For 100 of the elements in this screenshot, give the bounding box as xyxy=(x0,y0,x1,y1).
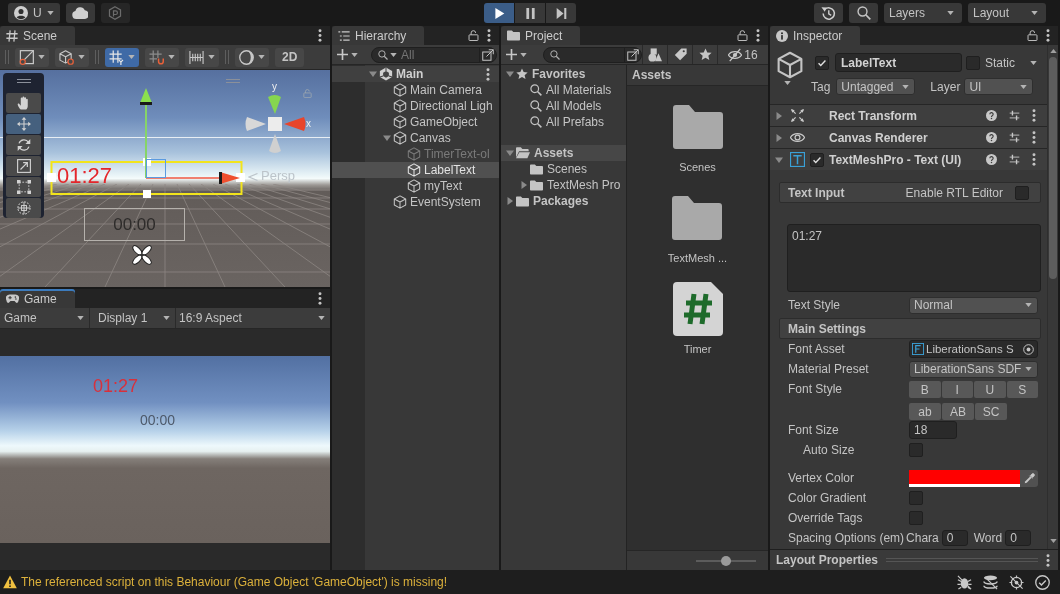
style-toggle[interactable]: AB xyxy=(942,403,974,420)
tree-item[interactable]: Directional Ligh xyxy=(332,98,499,114)
dropdown[interactable]: LiberationSans SDF xyxy=(909,360,1038,378)
preview-header[interactable]: Layout Properties xyxy=(770,549,1058,570)
component-header[interactable]: Rect Transform xyxy=(770,104,1047,126)
grip-icon[interactable] xyxy=(16,79,31,83)
style-toggle[interactable]: I xyxy=(941,381,973,398)
checkbox[interactable] xyxy=(810,152,824,167)
selection-frame[interactable] xyxy=(46,156,246,198)
view-mode-dropdown[interactable]: Game xyxy=(0,308,90,328)
checkbox[interactable] xyxy=(966,55,980,70)
breadcrumb[interactable]: Assets xyxy=(632,68,672,82)
account-button[interactable]: U xyxy=(8,3,60,23)
foldout-arrow-icon[interactable] xyxy=(505,197,514,205)
tree-item[interactable]: Main xyxy=(332,66,499,82)
number-field[interactable]: 0 xyxy=(1005,529,1032,546)
history-button[interactable] xyxy=(814,3,843,23)
aspect-dropdown[interactable]: 16:9 Aspect xyxy=(176,308,330,328)
popout-button[interactable] xyxy=(479,47,496,62)
transform-tool-button[interactable] xyxy=(6,198,41,218)
grid-snap-button[interactable] xyxy=(105,47,139,67)
project-tab[interactable]: Project xyxy=(501,26,581,45)
rotate-tool-button[interactable] xyxy=(6,135,41,155)
tree-item[interactable]: Canvas xyxy=(332,130,499,146)
scroll-up-icon[interactable] xyxy=(1049,49,1057,53)
foldout-arrow-icon[interactable] xyxy=(505,70,514,78)
display-dropdown[interactable]: Display 1 xyxy=(90,308,176,328)
foldout-arrow-icon[interactable] xyxy=(382,134,391,142)
2d-toggle[interactable]: 2D xyxy=(275,47,305,67)
style-toggle[interactable]: SC xyxy=(975,403,1007,420)
kebab-menu-icon[interactable] xyxy=(1032,153,1036,166)
foldout-arrow-icon[interactable] xyxy=(368,70,377,78)
shading-dropdown[interactable] xyxy=(55,47,89,67)
light-icon[interactable] xyxy=(131,244,153,266)
popout-button[interactable] xyxy=(624,47,641,62)
tree-item[interactable]: TextMesh Pro xyxy=(501,177,626,193)
play-button[interactable] xyxy=(484,3,514,23)
tree-item[interactable]: EventSystem xyxy=(332,194,499,210)
asset-item[interactable]: Scenes xyxy=(672,100,723,173)
object-field[interactable]: LiberationSans S xyxy=(909,340,1038,358)
kebab-menu-icon[interactable] xyxy=(1046,29,1050,42)
tree-item[interactable]: LabelText xyxy=(332,162,499,178)
foldout-arrow-icon[interactable] xyxy=(775,133,783,142)
color-swatch[interactable] xyxy=(909,469,1020,484)
tree-item[interactable]: All Prefabs xyxy=(501,114,626,130)
tree-item[interactable]: Packages xyxy=(501,193,626,209)
scroll-down-icon[interactable] xyxy=(1049,539,1057,543)
foldout-arrow-icon[interactable] xyxy=(519,181,528,189)
search-button[interactable] xyxy=(849,3,878,23)
tree-item[interactable]: All Models xyxy=(501,98,626,114)
checkbox[interactable] xyxy=(909,491,923,505)
inspector-tab[interactable]: Inspector xyxy=(770,26,861,45)
kebab-menu-icon[interactable] xyxy=(487,29,491,42)
tree-item[interactable]: GameObject xyxy=(332,114,499,130)
kebab-menu-icon[interactable] xyxy=(1046,553,1050,567)
draw-mode-dropdown[interactable] xyxy=(15,47,49,67)
grip-icon[interactable] xyxy=(5,50,9,64)
game-tab[interactable]: Game xyxy=(0,289,75,308)
foldout-arrow-icon[interactable] xyxy=(775,111,783,120)
checkbox[interactable] xyxy=(815,55,829,70)
kebab-menu-icon[interactable] xyxy=(1032,109,1036,122)
tree-item[interactable]: Main Camera xyxy=(332,82,499,98)
name-field[interactable]: LabelText xyxy=(835,53,962,72)
grip-icon[interactable] xyxy=(226,79,240,83)
layers-dropdown[interactable]: Layers xyxy=(884,3,962,23)
collaborate-button[interactable] xyxy=(100,3,130,23)
layout-dropdown[interactable]: Layout xyxy=(968,3,1046,23)
snap-increment-dropdown[interactable] xyxy=(145,47,179,67)
style-toggle[interactable]: B xyxy=(909,381,941,398)
section-header[interactable]: Text Input Enable RTL Editor xyxy=(779,182,1041,203)
step-button[interactable] xyxy=(546,3,576,23)
section-header[interactable]: Main Settings xyxy=(779,318,1041,339)
style-toggle[interactable]: ab xyxy=(909,403,941,420)
cloud-button[interactable] xyxy=(65,3,95,23)
style-toggle[interactable]: U xyxy=(974,381,1006,398)
eyedropper-button[interactable] xyxy=(1020,469,1038,487)
rect-tool-button[interactable] xyxy=(6,177,41,197)
add-button[interactable] xyxy=(337,46,358,63)
add-button[interactable] xyxy=(506,46,527,63)
grip-icon[interactable] xyxy=(95,50,99,64)
kebab-menu-icon[interactable] xyxy=(756,29,760,42)
hidden-packages-toggle[interactable]: 16 xyxy=(717,45,768,64)
checkbox[interactable] xyxy=(909,511,923,525)
hierarchy-tab[interactable]: Hierarchy xyxy=(332,26,425,45)
kebab-menu-icon[interactable] xyxy=(318,292,322,305)
tag-dropdown[interactable]: Untagged xyxy=(836,78,916,95)
grip-icon[interactable] xyxy=(225,50,229,64)
tree-item[interactable]: Assets xyxy=(501,145,626,161)
kebab-menu-icon[interactable] xyxy=(1032,131,1036,144)
number-field[interactable]: 18 xyxy=(909,421,957,439)
style-toggle[interactable]: S xyxy=(1006,381,1038,398)
foldout-arrow-icon[interactable] xyxy=(505,149,514,157)
foldout-arrow-icon[interactable] xyxy=(775,155,783,164)
scene-tab[interactable]: Scene xyxy=(0,26,76,45)
move-tool-button[interactable] xyxy=(6,114,41,134)
kebab-menu-icon[interactable] xyxy=(486,67,490,81)
text-area[interactable]: 01:27 xyxy=(787,224,1041,292)
tree-item[interactable]: myText xyxy=(332,178,499,194)
hand-tool-button[interactable] xyxy=(6,93,41,113)
slider-thumb[interactable] xyxy=(721,555,731,566)
